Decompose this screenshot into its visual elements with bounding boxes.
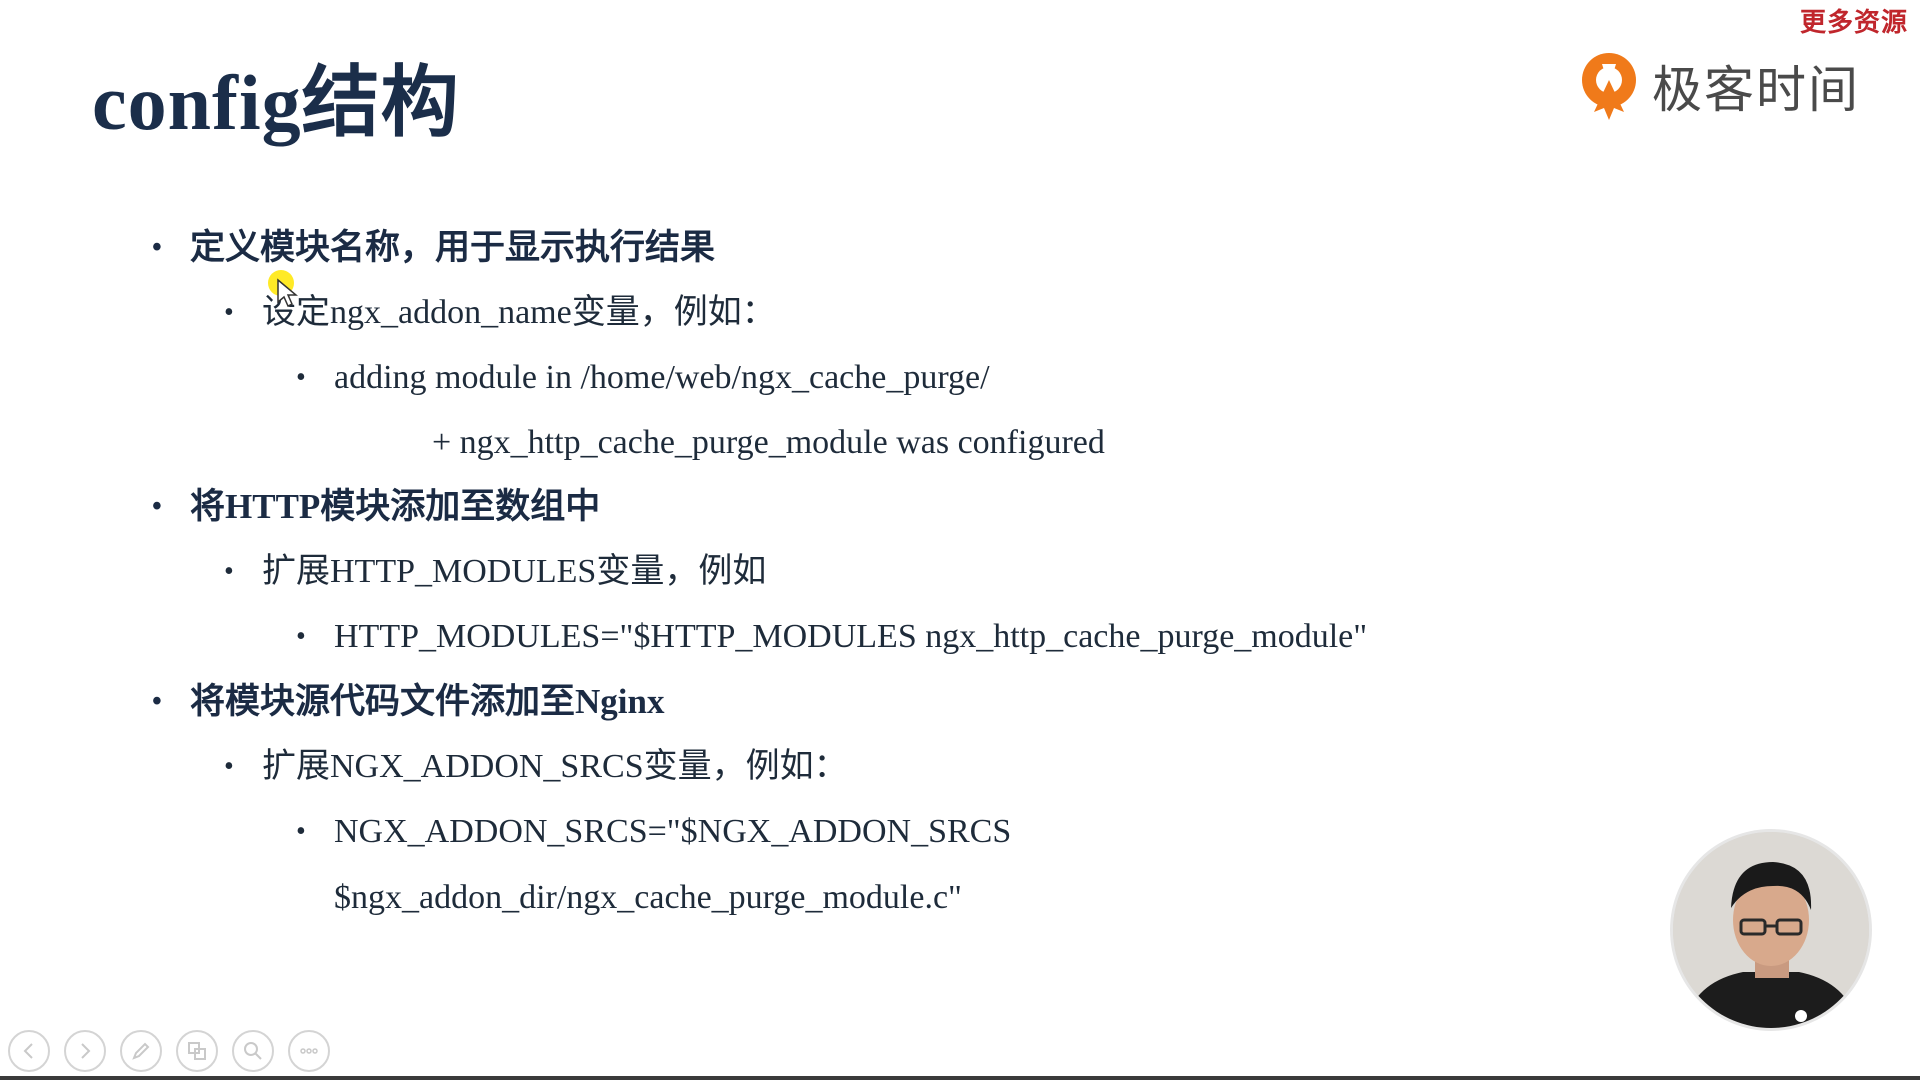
continuation-line: + ngx_http_cache_purge_module was config… <box>432 421 1105 465</box>
bullet-text: 定义模块名称，用于显示执行结果 <box>190 228 716 267</box>
bullet-text: 扩展NGX_ADDON_SRCS变量，例如： <box>262 748 848 785</box>
bullet-item: • 将模块源代码文件添加至Nginx <box>152 680 665 724</box>
bullet-icon: • <box>296 621 306 652</box>
mouse-pointer-icon <box>277 278 298 308</box>
previous-icon <box>23 1043 33 1059</box>
bullet-item: • 定义模块名称，用于显示执行结果 <box>152 226 716 270</box>
bullet-item: • NGX_ADDON_SRCS="$NGX_ADDON_SRCS <box>296 810 1012 854</box>
pen-icon <box>132 1042 150 1060</box>
bullet-text: 将模块源代码文件添加至Nginx <box>190 682 665 721</box>
bullet-icon: • <box>224 556 234 587</box>
bullet-icon: • <box>224 297 234 328</box>
bullet-icon: • <box>296 362 306 393</box>
bullet-icon: • <box>152 232 162 263</box>
video-progress-bar[interactable] <box>0 1076 1920 1080</box>
bullet-icon: • <box>296 816 306 847</box>
bullet-text: 设定ngx_addon_name变量，例如： <box>262 294 776 331</box>
bullet-text: + ngx_http_cache_purge_module was config… <box>432 424 1105 461</box>
slides-icon <box>188 1042 206 1060</box>
more-options-button[interactable] <box>288 1030 330 1072</box>
bullet-icon: • <box>224 751 234 782</box>
bullet-text: 将HTTP模块添加至数组中 <box>190 487 601 526</box>
next-icon <box>81 1043 91 1059</box>
zoom-button[interactable] <box>232 1030 274 1072</box>
slide-content: • 定义模块名称，用于显示执行结果 • 设定ngx_addon_name变量，例… <box>0 0 1920 1080</box>
bullet-text: adding module in /home/web/ngx_cache_pur… <box>334 359 990 396</box>
next-slide-button[interactable] <box>64 1030 106 1072</box>
pen-tool-button[interactable] <box>120 1030 162 1072</box>
previous-slide-button[interactable] <box>8 1030 50 1072</box>
continuation-line: $ngx_addon_dir/ngx_cache_purge_module.c" <box>334 876 962 920</box>
bullet-item: • 设定ngx_addon_name变量，例如： <box>224 291 776 335</box>
bullet-text: HTTP_MODULES="$HTTP_MODULES ngx_http_cac… <box>334 618 1368 655</box>
bullet-icon: • <box>152 686 162 717</box>
bullet-text: $ngx_addon_dir/ngx_cache_purge_module.c" <box>334 879 962 916</box>
bullet-item: • 扩展NGX_ADDON_SRCS变量，例如： <box>224 745 848 789</box>
bullet-icon: • <box>152 491 162 522</box>
slides-overview-button[interactable] <box>176 1030 218 1072</box>
bullet-text: 扩展HTTP_MODULES变量，例如 <box>262 553 767 590</box>
bullet-item: • 将HTTP模块添加至数组中 <box>152 485 601 529</box>
presenter-avatar-icon <box>1673 832 1869 1028</box>
more-icon <box>300 1048 318 1054</box>
bullet-item: • 扩展HTTP_MODULES变量，例如 <box>224 550 767 594</box>
presentation-toolbar <box>8 1030 330 1074</box>
bullet-text: NGX_ADDON_SRCS="$NGX_ADDON_SRCS <box>334 813 1012 850</box>
bullet-item: • HTTP_MODULES="$HTTP_MODULES ngx_http_c… <box>296 615 1368 659</box>
presenter-video <box>1673 832 1869 1028</box>
zoom-icon <box>244 1042 262 1060</box>
bullet-item: • adding module in /home/web/ngx_cache_p… <box>296 356 990 400</box>
